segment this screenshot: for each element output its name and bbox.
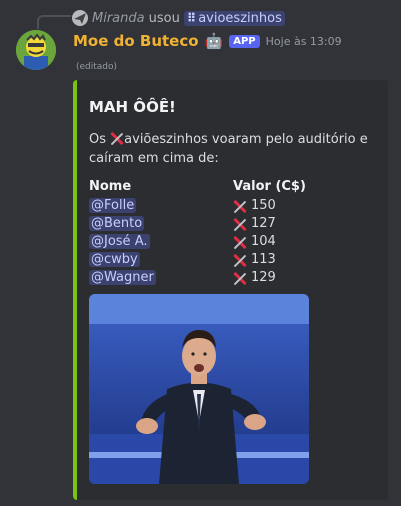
- user-mention[interactable]: @cwby: [89, 252, 140, 267]
- value-row: 129: [233, 269, 306, 287]
- app-badge: APP: [229, 34, 260, 48]
- user-mention[interactable]: @José A.: [89, 234, 150, 249]
- paper-plane-icon: [233, 271, 247, 285]
- timestamp[interactable]: Hoje às 13:09: [266, 35, 342, 48]
- paper-plane-icon: [233, 253, 247, 267]
- value-amount: 104: [251, 234, 276, 249]
- reply-avatar[interactable]: [72, 10, 88, 26]
- embed-gif[interactable]: [89, 294, 309, 484]
- paper-plane-icon: [233, 199, 247, 213]
- embed-fields: Nome @Folle @Bento @José A. @cwby @Wagne…: [89, 178, 376, 287]
- command-name: avioeszinhos: [198, 10, 282, 26]
- slash-command-icon: ⠿: [186, 11, 197, 25]
- value-row: 104: [233, 233, 306, 251]
- author-name[interactable]: Moe do Buteco: [73, 32, 199, 50]
- paper-plane-icon: [233, 217, 247, 231]
- description-text: aviõeszinhos voaram pelo auditório e caí…: [89, 132, 368, 166]
- paper-plane-icon: [110, 131, 124, 145]
- reply-username[interactable]: Miranda: [92, 11, 145, 26]
- reply-connector: [37, 15, 71, 29]
- value-amount: 127: [251, 216, 276, 231]
- field-name-header: Nome: [89, 179, 132, 194]
- avatar[interactable]: [16, 30, 56, 70]
- embed-description: Os aviõeszinhos voaram pelo auditório e …: [89, 130, 376, 168]
- embed-title: MAH ÔÔÊ!: [89, 98, 176, 116]
- paper-plane-icon: [233, 235, 247, 249]
- user-mention[interactable]: @Bento: [89, 216, 145, 231]
- field-values: Valor (C$) 150 127 104 113 129: [233, 178, 306, 287]
- reply-context[interactable]: Miranda usou ⠿ avioeszinhos: [72, 8, 285, 28]
- description-prefix: Os: [89, 132, 107, 147]
- edited-label: (editado): [76, 62, 118, 72]
- message-header: Moe do Buteco 🤖 APP Hoje às 13:09: [73, 32, 342, 50]
- user-mention[interactable]: @Wagner: [89, 270, 156, 285]
- reply-used-text: usou: [148, 10, 180, 26]
- user-mention[interactable]: @Folle: [89, 198, 137, 213]
- embed: MAH ÔÔÊ! Os aviõeszinhos voaram pelo aud…: [73, 80, 388, 500]
- field-value-header: Valor (C$): [233, 179, 306, 194]
- value-amount: 113: [251, 252, 276, 267]
- value-amount: 150: [251, 198, 276, 213]
- value-row: 113: [233, 251, 306, 269]
- field-names: Nome @Folle @Bento @José A. @cwby @Wagne…: [89, 178, 233, 287]
- value-row: 127: [233, 215, 306, 233]
- command-mention[interactable]: ⠿ avioeszinhos: [183, 10, 285, 26]
- robot-icon: 🤖: [204, 31, 224, 50]
- value-row: 150: [233, 197, 306, 215]
- value-amount: 129: [251, 270, 276, 285]
